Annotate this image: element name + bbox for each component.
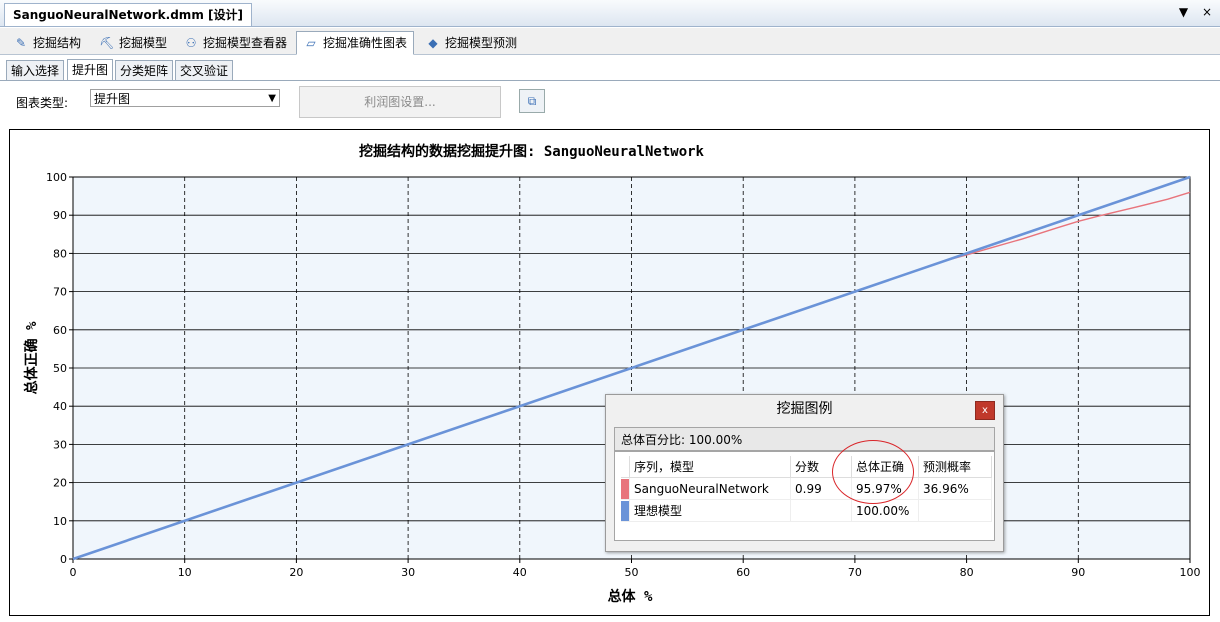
- legend-title: 挖掘图例: [776, 401, 833, 417]
- lift-settings-button[interactable]: 利润图设置...: [299, 86, 501, 118]
- chart-type-value: 提升图: [94, 92, 131, 106]
- tab-model-viewer[interactable]: ⚇ 挖掘模型查看器: [176, 31, 294, 53]
- chart-toolbar: 图表类型: 提升图 ▼ 利润图设置... ⧉: [0, 81, 1220, 125]
- y-tick-label: 0: [60, 553, 67, 566]
- y-tick-label: 60: [53, 324, 67, 337]
- legend-col-prob: 预测概率: [918, 456, 992, 478]
- x-axis-label: 总体 %: [608, 588, 653, 605]
- legend-score: [790, 499, 852, 522]
- tab-mining-structure[interactable]: ✎ 挖掘结构: [6, 31, 88, 53]
- tab-model-prediction[interactable]: ◆ 挖掘模型预测: [418, 31, 524, 53]
- legend-col-score: 分数: [790, 456, 852, 478]
- chevron-down-icon: ▼: [268, 93, 276, 104]
- mining-model-icon: ⛏: [99, 36, 115, 50]
- x-tick-label: 100: [1180, 566, 1201, 579]
- x-tick-label: 20: [289, 566, 303, 579]
- tab-mining-model[interactable]: ⛏ 挖掘模型: [92, 31, 174, 53]
- y-tick-label: 50: [53, 362, 67, 375]
- chart-title: 挖掘结构的数据挖掘提升图: SanguoNeuralNetwork: [359, 143, 705, 160]
- y-tick-label: 10: [53, 515, 67, 528]
- subtab-lift-chart[interactable]: 提升图: [67, 59, 114, 80]
- legend-row[interactable]: 理想模型 100.00%: [621, 499, 992, 522]
- x-tick-label: 40: [513, 566, 527, 579]
- legend-correct: 95.97%: [851, 477, 919, 500]
- model-viewer-icon: ⚇: [185, 36, 197, 50]
- y-tick-label: 30: [53, 438, 67, 451]
- window-titlebar: SanguoNeuralNetwork.dmm [设计] ▼ ×: [0, 0, 1220, 27]
- x-tick-label: 30: [401, 566, 415, 579]
- legend-series-name: SanguoNeuralNetwork: [629, 477, 791, 500]
- sub-tab-bar: 输入选择 提升图 分类矩阵 交叉验证: [0, 58, 1220, 81]
- y-axis-label: 总体正确 %: [23, 321, 40, 394]
- series-swatch: [621, 477, 630, 500]
- y-tick-label: 100: [46, 171, 67, 184]
- copy-chart-button[interactable]: ⧉: [519, 89, 545, 113]
- legend-header-row: 序列，模型 分数 总体正确 预测概率: [621, 456, 992, 478]
- legend-correct: 100.00%: [851, 499, 919, 522]
- x-tick-label: 80: [960, 566, 974, 579]
- legend-series-name: 理想模型: [629, 499, 791, 522]
- copy-icon: ⧉: [527, 94, 537, 108]
- legend-score: 0.99: [790, 477, 852, 500]
- document-tab[interactable]: SanguoNeuralNetwork.dmm [设计]: [4, 3, 252, 26]
- chart-type-label: 图表类型:: [16, 96, 69, 110]
- legend-table: 序列，模型 分数 总体正确 预测概率 SanguoNeuralNetwork 0…: [614, 451, 995, 541]
- x-tick-label: 60: [736, 566, 750, 579]
- x-tick-label: 10: [178, 566, 192, 579]
- x-tick-label: 50: [625, 566, 639, 579]
- mining-structure-icon: ✎: [15, 36, 27, 50]
- close-icon[interactable]: ×: [1202, 5, 1212, 19]
- accuracy-chart-icon: ▱: [306, 36, 316, 50]
- prediction-gem-icon: ◆: [428, 36, 438, 50]
- y-tick-label: 70: [53, 286, 67, 299]
- x-tick-label: 70: [848, 566, 862, 579]
- legend-population: 总体百分比: 100.00%: [614, 427, 995, 451]
- x-tick-label: 90: [1071, 566, 1085, 579]
- y-tick-label: 20: [53, 477, 67, 490]
- legend-prob: [918, 499, 992, 522]
- subtab-input-selection[interactable]: 输入选择: [6, 60, 65, 80]
- legend-row[interactable]: SanguoNeuralNetwork 0.99 95.97% 36.96%: [621, 477, 992, 500]
- dropdown-icon[interactable]: ▼: [1179, 5, 1188, 19]
- main-tab-bar: ✎ 挖掘结构 ⛏ 挖掘模型 ⚇ 挖掘模型查看器 ▱ 挖掘准确性图表 ◆ 挖掘模型预测: [0, 28, 1220, 55]
- legend-col-series: 序列，模型: [629, 456, 791, 478]
- close-icon[interactable]: x: [975, 401, 995, 420]
- y-tick-label: 90: [53, 209, 67, 222]
- series-swatch: [621, 499, 630, 522]
- x-tick-label: 0: [70, 566, 77, 579]
- subtab-classification-matrix[interactable]: 分类矩阵: [115, 60, 174, 80]
- legend-prob: 36.96%: [918, 477, 992, 500]
- chart-type-select[interactable]: 提升图 ▼: [90, 89, 280, 107]
- y-tick-label: 40: [53, 400, 67, 413]
- legend-col-correct: 总体正确: [851, 456, 919, 478]
- y-tick-label: 80: [53, 247, 67, 260]
- tab-accuracy-chart[interactable]: ▱ 挖掘准确性图表: [296, 31, 415, 55]
- subtab-cross-validation[interactable]: 交叉验证: [175, 60, 234, 80]
- window-controls: ▼ ×: [1169, 5, 1212, 19]
- mining-legend[interactable]: 挖掘图例 x 总体百分比: 100.00% 序列，模型 分数 总体正确 预测概率…: [605, 394, 1004, 552]
